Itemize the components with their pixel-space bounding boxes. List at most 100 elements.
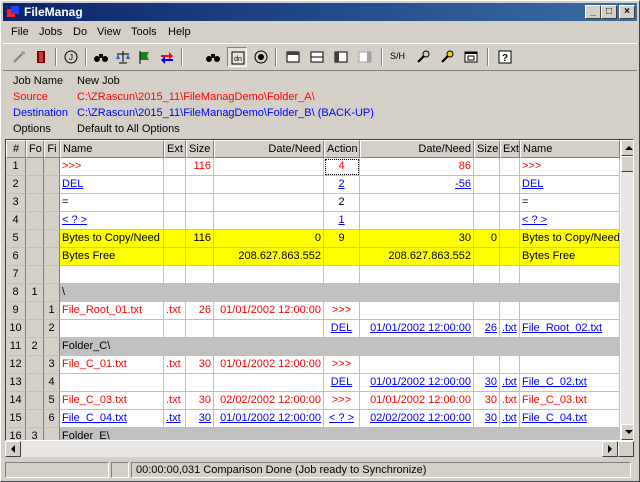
cell-dest-ext[interactable]	[500, 248, 520, 266]
scroll-thumb[interactable]	[621, 156, 633, 172]
close-button[interactable]: ×	[619, 5, 635, 19]
header-source-ext[interactable]: Ext	[164, 140, 186, 158]
cell-source-name[interactable]: Bytes Free	[60, 248, 164, 266]
cell-dest-ext[interactable]	[500, 194, 520, 212]
cell-source-size[interactable]: 30	[186, 392, 214, 410]
cell-source-ext[interactable]	[164, 338, 186, 356]
cell-action[interactable]: 9	[324, 230, 360, 248]
cell-source-date[interactable]: 01/01/2002 12:00:00	[214, 410, 324, 428]
layout-right-icon[interactable]	[355, 47, 375, 67]
cell-file-index[interactable]	[44, 284, 60, 302]
cell-dest-ext[interactable]	[500, 230, 520, 248]
row-header[interactable]: 16	[6, 428, 26, 440]
cell-source-ext[interactable]	[164, 194, 186, 212]
sh-icon[interactable]: S/H	[389, 47, 409, 67]
header-source-size[interactable]: Size	[186, 140, 214, 158]
cell-source-ext[interactable]	[164, 176, 186, 194]
cell-dest-name[interactable]: < ? >	[520, 212, 620, 230]
cell-source-size[interactable]: 116	[186, 158, 214, 176]
cell-source-size[interactable]	[186, 266, 214, 284]
cell-file-index[interactable]	[44, 266, 60, 284]
row-header[interactable]: 4	[6, 212, 26, 230]
cell-source-size[interactable]	[186, 320, 214, 338]
cell-dest-size[interactable]	[474, 428, 500, 440]
cell-dest-size[interactable]	[474, 266, 500, 284]
cell-source-date[interactable]	[214, 284, 324, 302]
header-source-date[interactable]: Date/Need	[214, 140, 324, 158]
cell-dest-date[interactable]	[360, 266, 474, 284]
horizontal-scrollbar[interactable]	[5, 441, 634, 457]
scroll-right-button[interactable]	[602, 441, 618, 457]
cell-source-date[interactable]	[214, 428, 324, 440]
cell-source-name[interactable]: Folder_E\	[60, 428, 164, 440]
header-action[interactable]: Action	[324, 140, 360, 158]
menu-do[interactable]: Do	[73, 26, 87, 38]
cell-source-name[interactable]: \	[60, 284, 164, 302]
cell-dest-date[interactable]: 208.627.863.552	[360, 248, 474, 266]
row-header[interactable]: 7	[6, 266, 26, 284]
cell-folder-index[interactable]	[26, 302, 44, 320]
cell-dest-size[interactable]	[474, 158, 500, 176]
cell-action[interactable]	[324, 338, 360, 356]
cell-source-name[interactable]: Folder_C\	[60, 338, 164, 356]
menu-tools[interactable]: Tools	[131, 26, 157, 38]
cell-dest-date[interactable]: 02/02/2002 12:00:00	[360, 410, 474, 428]
cell-dest-date[interactable]: 86	[360, 158, 474, 176]
row-header[interactable]: 12	[6, 356, 26, 374]
cell-dest-size[interactable]	[474, 176, 500, 194]
cell-dest-ext[interactable]	[500, 158, 520, 176]
cell-dest-size[interactable]: 30	[474, 374, 500, 392]
cell-dest-size[interactable]: 30	[474, 410, 500, 428]
cell-dest-ext[interactable]	[500, 176, 520, 194]
cell-folder-index[interactable]	[26, 194, 44, 212]
cell-source-date[interactable]: 01/01/2002 12:00:00	[214, 302, 324, 320]
cell-dest-size[interactable]	[474, 248, 500, 266]
cell-dest-name[interactable]: File_C_03.txt	[520, 392, 620, 410]
cell-folder-index[interactable]	[26, 320, 44, 338]
cell-action[interactable]	[324, 428, 360, 440]
row-header[interactable]: 11	[6, 338, 26, 356]
cell-source-date[interactable]: 0	[214, 230, 324, 248]
cell-dest-date[interactable]	[360, 284, 474, 302]
cell-action[interactable]: 4	[324, 158, 360, 176]
header-folder-index[interactable]: Fo	[26, 140, 44, 158]
cell-source-ext[interactable]	[164, 428, 186, 440]
cell-dest-size[interactable]	[474, 212, 500, 230]
cell-dest-ext[interactable]: .txt	[500, 374, 520, 392]
comparison-grid[interactable]: # Fo Fi Name Ext Size Date/Need Action Date/Need…	[5, 139, 634, 441]
row-header[interactable]: 8	[6, 284, 26, 302]
cell-dest-name[interactable]	[520, 302, 620, 320]
cell-dest-size[interactable]: 26	[474, 320, 500, 338]
row-header[interactable]: 15	[6, 410, 26, 428]
cell-source-size[interactable]	[186, 338, 214, 356]
cell-source-name[interactable]: >>>	[60, 158, 164, 176]
cell-source-size[interactable]	[186, 284, 214, 302]
cell-source-size[interactable]	[186, 248, 214, 266]
menu-jobs[interactable]: Jobs	[39, 26, 62, 38]
cell-dest-name[interactable]: File_C_02.txt	[520, 374, 620, 392]
cell-source-ext[interactable]	[164, 374, 186, 392]
cell-dest-date[interactable]	[360, 212, 474, 230]
cell-action[interactable]: >>>	[324, 302, 360, 320]
cell-source-date[interactable]	[214, 176, 324, 194]
header-dest-ext[interactable]: Ext	[500, 140, 520, 158]
cell-dest-name[interactable]	[520, 338, 620, 356]
header-row-number[interactable]: #	[6, 140, 26, 158]
cell-source-ext[interactable]	[164, 158, 186, 176]
cell-action[interactable]: DEL	[324, 374, 360, 392]
cell-dest-ext[interactable]	[500, 212, 520, 230]
row-header[interactable]: 3	[6, 194, 26, 212]
cell-dest-ext[interactable]	[500, 302, 520, 320]
cell-source-ext[interactable]	[164, 230, 186, 248]
cell-source-date[interactable]	[214, 194, 324, 212]
cell-source-size[interactable]	[186, 194, 214, 212]
cell-source-date[interactable]: 02/02/2002 12:00:00	[214, 392, 324, 410]
cell-dest-name[interactable]: Bytes to Copy/Need	[520, 230, 620, 248]
cell-source-date[interactable]	[214, 374, 324, 392]
balance-icon[interactable]	[113, 47, 133, 67]
cell-source-name[interactable]	[60, 374, 164, 392]
minimize-button[interactable]: _	[585, 5, 601, 19]
tools-icon[interactable]	[413, 47, 433, 67]
cell-dest-name[interactable]: =	[520, 194, 620, 212]
cell-file-index[interactable]	[44, 176, 60, 194]
